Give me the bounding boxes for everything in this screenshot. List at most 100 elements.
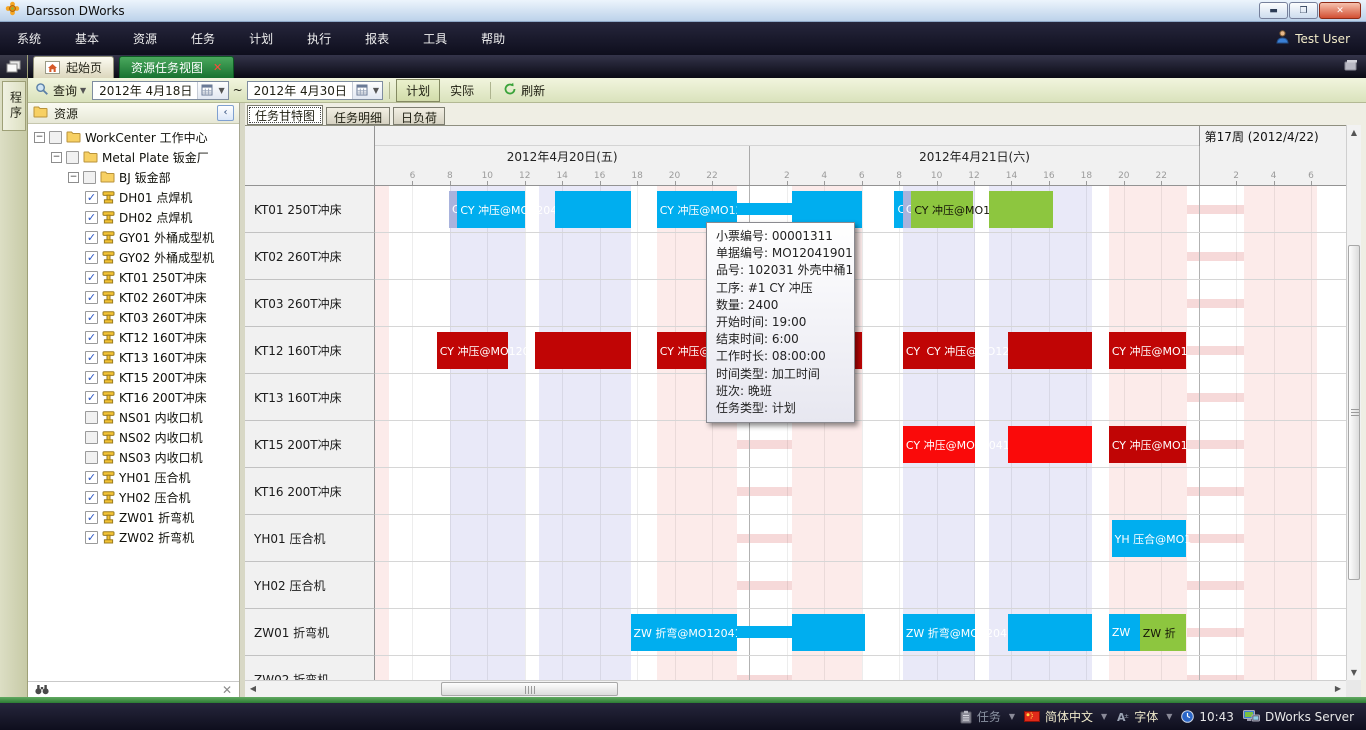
scroll-left-arrow[interactable]: ◀ bbox=[245, 681, 261, 696]
tree-item[interactable]: ✓KT03 260T冲床 bbox=[28, 307, 239, 327]
task-bar[interactable] bbox=[1008, 426, 1092, 463]
menu-item-帮助[interactable]: 帮助 bbox=[464, 22, 522, 55]
tree-expander-icon[interactable]: − bbox=[51, 152, 62, 163]
tree-item[interactable]: ✓KT01 250T冲床 bbox=[28, 267, 239, 287]
task-bar[interactable]: CY 冲压@MO12041902 bbox=[911, 191, 973, 228]
tree-item[interactable]: ✓ZW02 折弯机 bbox=[28, 527, 239, 547]
tree-item[interactable]: ✓GY02 外桶成型机 bbox=[28, 247, 239, 267]
task-bar[interactable]: CY 冲压@MO12041904 bbox=[923, 332, 974, 369]
actual-toggle-button[interactable]: 实际 bbox=[440, 79, 484, 102]
task-bar[interactable] bbox=[737, 626, 791, 638]
tree-item[interactable]: NS03 内收口机 bbox=[28, 447, 239, 467]
tree-item[interactable]: ✓DH01 点焊机 bbox=[28, 187, 239, 207]
scroll-up-arrow[interactable]: ▲ bbox=[1346, 125, 1362, 140]
refresh-button[interactable]: 刷新 bbox=[497, 80, 551, 101]
task-bar[interactable]: CY 冲压@MO12041904 bbox=[437, 332, 508, 369]
tree-item[interactable]: ✓YH02 压合机 bbox=[28, 487, 239, 507]
tree-expander-icon[interactable]: − bbox=[68, 172, 79, 183]
vertical-scroll-thumb[interactable] bbox=[1348, 245, 1360, 580]
gantt-row-lane[interactable]: CY 冲压@MO12041903 CY 冲压@MO1 bbox=[375, 421, 1346, 468]
task-bar[interactable]: YH 压合@MO1 bbox=[1112, 520, 1186, 557]
gantt-row-lane[interactable] bbox=[375, 468, 1346, 515]
tree-item[interactable]: ✓GY01 外桶成型机 bbox=[28, 227, 239, 247]
task-bar[interactable]: CY 冲压@MO1 bbox=[1109, 332, 1186, 369]
gantt-row-lane[interactable]: CCY 冲压@MO12041901CY 冲压@MO12041901CCCY 冲压… bbox=[375, 186, 1346, 233]
menu-item-任务[interactable]: 任务 bbox=[174, 22, 232, 55]
restore-button[interactable]: ❐ bbox=[1289, 2, 1318, 19]
task-bar[interactable] bbox=[535, 332, 631, 369]
gantt-tab-日负荷[interactable]: 日负荷 bbox=[393, 107, 445, 125]
task-bar[interactable]: ZW 折 bbox=[1140, 614, 1186, 651]
task-bar[interactable]: CY 冲 bbox=[903, 332, 924, 369]
gantt-row-lane[interactable] bbox=[375, 656, 1346, 680]
doc-tab[interactable]: 起始页 bbox=[33, 56, 114, 78]
status-item-任务[interactable]: 任务▼ bbox=[960, 708, 1015, 725]
calendar-icon[interactable]: ▼ bbox=[197, 82, 227, 99]
tree-checkbox[interactable]: ✓ bbox=[85, 251, 98, 264]
gantt-row-lane[interactable] bbox=[375, 562, 1346, 609]
horizontal-scroll-thumb[interactable] bbox=[441, 682, 618, 696]
menu-item-工具[interactable]: 工具 bbox=[406, 22, 464, 55]
tree-expander-icon[interactable]: − bbox=[34, 132, 45, 143]
menu-item-基本[interactable]: 基本 bbox=[58, 22, 116, 55]
menu-item-资源[interactable]: 资源 bbox=[116, 22, 174, 55]
tree-checkbox[interactable]: ✓ bbox=[85, 271, 98, 284]
tree-checkbox[interactable]: ✓ bbox=[85, 491, 98, 504]
status-item-10:43[interactable]: 10:43 bbox=[1181, 710, 1234, 724]
plan-toggle-button[interactable]: 计划 bbox=[396, 79, 440, 102]
gantt-row-lane[interactable] bbox=[375, 374, 1346, 421]
calendar-icon[interactable]: ▼ bbox=[352, 82, 382, 99]
gantt-tab-任务甘特图[interactable]: 任务甘特图 bbox=[247, 105, 323, 125]
task-bar[interactable]: CY 冲压@MO12041903 bbox=[903, 426, 975, 463]
minimize-button[interactable]: ▬ bbox=[1259, 2, 1288, 19]
tree-checkbox[interactable]: ✓ bbox=[85, 391, 98, 404]
status-item-简体中文[interactable]: 简体中文▼ bbox=[1024, 708, 1107, 725]
tree-checkbox[interactable]: ✓ bbox=[85, 371, 98, 384]
gantt-row-lane[interactable]: YH 压合@MO1 bbox=[375, 515, 1346, 562]
tree-item[interactable]: ✓KT02 260T冲床 bbox=[28, 287, 239, 307]
task-bar[interactable]: C bbox=[894, 191, 902, 228]
gantt-row-lane[interactable]: ZW 折弯@MO12041901ZW 折弯@MO12041901ZWZW 折 bbox=[375, 609, 1346, 656]
status-item-DWorks Server[interactable]: DWorks Server bbox=[1243, 710, 1354, 724]
tree-checkbox[interactable] bbox=[85, 411, 98, 424]
chevron-down-icon[interactable]: ▼ bbox=[1166, 712, 1172, 721]
tree-item[interactable]: NS01 内收口机 bbox=[28, 407, 239, 427]
chevron-down-icon[interactable]: ▼ bbox=[1101, 712, 1107, 721]
tree-checkbox[interactable]: ✓ bbox=[85, 231, 98, 244]
horizontal-scrollbar[interactable]: ◀ ▶ bbox=[245, 680, 1346, 697]
collapse-panel-button[interactable]: ‹ bbox=[217, 105, 234, 121]
gantt-row-lane[interactable] bbox=[375, 280, 1346, 327]
doc-tab[interactable]: 资源任务视图✕ bbox=[119, 56, 234, 78]
tree-checkbox[interactable] bbox=[85, 431, 98, 444]
task-bar[interactable]: CY 冲压@MO1 bbox=[1109, 426, 1186, 463]
date-from-input[interactable]: 2012年 4月18日 ▼ bbox=[92, 81, 228, 100]
tab-close-icon[interactable]: ✕ bbox=[213, 61, 222, 74]
tree-checkbox[interactable] bbox=[83, 171, 96, 184]
tree-checkbox[interactable] bbox=[49, 131, 62, 144]
tree-checkbox[interactable]: ✓ bbox=[85, 191, 98, 204]
task-bar[interactable] bbox=[792, 614, 866, 651]
tree-checkbox[interactable]: ✓ bbox=[85, 351, 98, 364]
gantt-row-lane[interactable] bbox=[375, 233, 1346, 280]
tree-checkbox[interactable]: ✓ bbox=[85, 531, 98, 544]
task-bar[interactable] bbox=[555, 191, 632, 228]
task-bar[interactable] bbox=[737, 203, 791, 215]
tree-item[interactable]: NS02 内收口机 bbox=[28, 427, 239, 447]
tree-branch[interactable]: −WorkCenter 工作中心 bbox=[28, 127, 239, 147]
tree-item[interactable]: ✓KT16 200T冲床 bbox=[28, 387, 239, 407]
tree-checkbox[interactable] bbox=[85, 451, 98, 464]
menu-item-系统[interactable]: 系统 bbox=[0, 22, 58, 55]
current-user[interactable]: Test User bbox=[1276, 30, 1350, 47]
tree-item[interactable]: ✓KT15 200T冲床 bbox=[28, 367, 239, 387]
date-to-input[interactable]: 2012年 4月30日 ▼ bbox=[247, 81, 383, 100]
close-button[interactable]: ✕ bbox=[1319, 2, 1361, 19]
menu-item-计划[interactable]: 计划 bbox=[232, 22, 290, 55]
clear-filter-icon[interactable]: ✕ bbox=[222, 685, 232, 695]
status-item-字体[interactable]: A±字体▼ bbox=[1116, 708, 1172, 725]
task-bar[interactable]: ZW 折弯@MO12041901 bbox=[631, 614, 738, 651]
task-bar[interactable]: ZW 折弯@MO12041901 bbox=[903, 614, 975, 651]
windows-stack-icon[interactable] bbox=[0, 55, 27, 78]
task-bar[interactable] bbox=[989, 191, 1053, 228]
programs-vertical-tab[interactable]: 程序 bbox=[2, 81, 26, 131]
gantt-tab-任务明细[interactable]: 任务明细 bbox=[326, 107, 390, 125]
